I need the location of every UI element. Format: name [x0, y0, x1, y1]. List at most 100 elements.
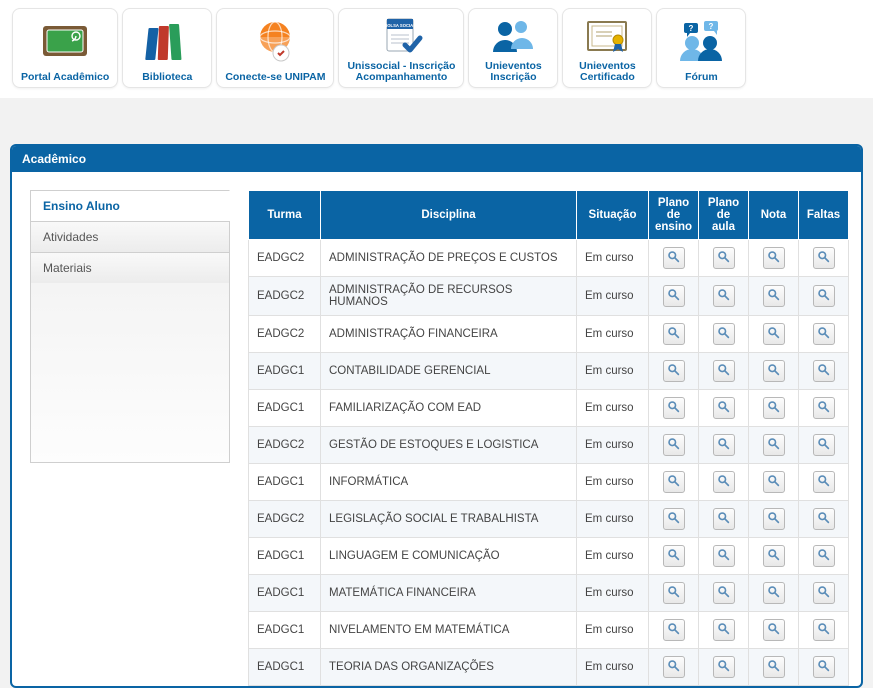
- plano-aula-button[interactable]: [713, 323, 735, 345]
- faltas-button[interactable]: [813, 656, 835, 678]
- plano-ensino-button[interactable]: [663, 360, 685, 382]
- plano-aula-button[interactable]: [713, 656, 735, 678]
- cell-faltas: [799, 316, 849, 353]
- th-turma: Turma: [249, 191, 321, 240]
- cell-disciplina: MATEMÁTICA FINANCEIRA: [321, 575, 577, 612]
- topnav-conecte-se[interactable]: Conecte-se UNIPAM: [216, 8, 334, 88]
- cell-faltas: [799, 464, 849, 501]
- magnifier-icon: [817, 585, 830, 601]
- magnifier-icon: [717, 288, 730, 304]
- sidetab-materiais[interactable]: Materiais: [30, 252, 230, 283]
- faltas-button[interactable]: [813, 508, 835, 530]
- faltas-button[interactable]: [813, 360, 835, 382]
- plano-ensino-button[interactable]: [663, 285, 685, 307]
- faltas-button[interactable]: [813, 397, 835, 419]
- cell-turma: EADGC1: [249, 649, 321, 686]
- magnifier-icon: [817, 511, 830, 527]
- magnifier-icon: [767, 659, 780, 675]
- magnifier-icon: [667, 437, 680, 453]
- magnifier-icon: [667, 400, 680, 416]
- topnav-forum[interactable]: ? ? Fórum: [656, 8, 746, 88]
- plano-aula-button[interactable]: [713, 397, 735, 419]
- faltas-button[interactable]: [813, 619, 835, 641]
- plano-aula-button[interactable]: [713, 619, 735, 641]
- plano-aula-button[interactable]: [713, 582, 735, 604]
- plano-ensino-button[interactable]: [663, 656, 685, 678]
- cell-plano-aula: [699, 538, 749, 575]
- cell-nota: [749, 353, 799, 390]
- forum-icon: ? ?: [675, 15, 727, 70]
- nota-button[interactable]: [763, 323, 785, 345]
- plano-aula-button[interactable]: [713, 508, 735, 530]
- cell-situacao: Em curso: [577, 612, 649, 649]
- cell-turma: EADGC1: [249, 353, 321, 390]
- cell-nota: [749, 464, 799, 501]
- faltas-button[interactable]: [813, 582, 835, 604]
- courses-table-area: Turma Disciplina Situação Plano de ensin…: [248, 190, 849, 686]
- plano-aula-button[interactable]: [713, 434, 735, 456]
- nota-button[interactable]: [763, 508, 785, 530]
- nota-button[interactable]: [763, 619, 785, 641]
- magnifier-icon: [767, 622, 780, 638]
- magnifier-icon: [767, 474, 780, 490]
- table-row: EADGC1NIVELAMENTO EM MATEMÁTICAEm curso: [249, 612, 849, 649]
- nota-button[interactable]: [763, 582, 785, 604]
- topnav-label: Unieventos Inscrição: [485, 61, 542, 83]
- plano-ensino-button[interactable]: [663, 582, 685, 604]
- plano-aula-button[interactable]: [713, 360, 735, 382]
- th-situacao: Situação: [577, 191, 649, 240]
- magnifier-icon: [717, 363, 730, 379]
- cell-plano-ensino: [649, 575, 699, 612]
- plano-ensino-button[interactable]: [663, 508, 685, 530]
- faltas-button[interactable]: [813, 471, 835, 493]
- magnifier-icon: [817, 548, 830, 564]
- cell-plano-aula: [699, 390, 749, 427]
- cell-nota: [749, 316, 799, 353]
- cell-disciplina: GESTÃO DE ESTOQUES E LOGISTICA: [321, 427, 577, 464]
- sidetab-ensino-aluno[interactable]: Ensino Aluno: [30, 190, 230, 221]
- cell-plano-aula: [699, 240, 749, 277]
- cell-plano-ensino: [649, 316, 699, 353]
- nota-button[interactable]: [763, 360, 785, 382]
- plano-ensino-button[interactable]: [663, 323, 685, 345]
- plano-ensino-button[interactable]: [663, 545, 685, 567]
- topnav-portal-academico[interactable]: Portal Acadêmico: [12, 8, 118, 88]
- cell-nota: [749, 427, 799, 464]
- nota-button[interactable]: [763, 397, 785, 419]
- plano-ensino-button[interactable]: [663, 434, 685, 456]
- topnav-unieventos-certificado[interactable]: Unieventos Certificado: [562, 8, 652, 88]
- plano-aula-button[interactable]: [713, 285, 735, 307]
- faltas-button[interactable]: [813, 247, 835, 269]
- plano-ensino-button[interactable]: [663, 619, 685, 641]
- nota-button[interactable]: [763, 656, 785, 678]
- plano-ensino-button[interactable]: [663, 247, 685, 269]
- plano-ensino-button[interactable]: [663, 471, 685, 493]
- plano-ensino-button[interactable]: [663, 397, 685, 419]
- th-plano-ensino: Plano de ensino: [649, 191, 699, 240]
- side-tabs: Ensino Aluno Atividades Materiais: [30, 190, 230, 686]
- faltas-button[interactable]: [813, 434, 835, 456]
- cell-plano-aula: [699, 612, 749, 649]
- nota-button[interactable]: [763, 247, 785, 269]
- faltas-button[interactable]: [813, 285, 835, 307]
- plano-aula-button[interactable]: [713, 247, 735, 269]
- cell-nota: [749, 575, 799, 612]
- nota-button[interactable]: [763, 285, 785, 307]
- topnav-unissocial[interactable]: BOLSA SOCIAL Unissocial - Inscrição Acom…: [338, 8, 464, 88]
- topnav-unieventos-inscricao[interactable]: Unieventos Inscrição: [468, 8, 558, 88]
- nota-button[interactable]: [763, 434, 785, 456]
- magnifier-icon: [817, 326, 830, 342]
- plano-aula-button[interactable]: [713, 471, 735, 493]
- cell-plano-aula: [699, 649, 749, 686]
- sidetab-atividades[interactable]: Atividades: [30, 221, 230, 252]
- cell-plano-ensino: [649, 538, 699, 575]
- plano-aula-button[interactable]: [713, 545, 735, 567]
- faltas-button[interactable]: [813, 545, 835, 567]
- faltas-button[interactable]: [813, 323, 835, 345]
- magnifier-icon: [717, 437, 730, 453]
- cell-disciplina: LINGUAGEM E COMUNICAÇÃO: [321, 538, 577, 575]
- cell-faltas: [799, 501, 849, 538]
- nota-button[interactable]: [763, 471, 785, 493]
- topnav-biblioteca[interactable]: Biblioteca: [122, 8, 212, 88]
- nota-button[interactable]: [763, 545, 785, 567]
